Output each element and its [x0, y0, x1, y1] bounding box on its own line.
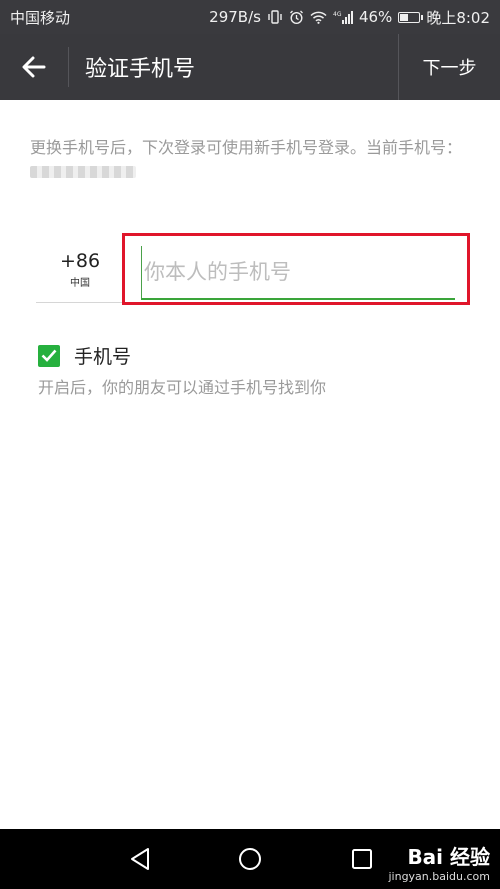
system-nav-bar: Bai 经验 jingyan.baidu.com	[0, 829, 500, 889]
baidu-watermark: Bai 经验 jingyan.baidu.com	[388, 841, 490, 883]
watermark-brand: Bai 经验	[407, 845, 490, 869]
alarm-icon	[289, 10, 304, 25]
battery-percent: 46%	[358, 8, 393, 26]
find-by-phone-toggle[interactable]: 手机号	[38, 342, 131, 369]
back-button[interactable]	[0, 34, 68, 100]
battery-icon	[398, 11, 424, 23]
signal-icon: 4G	[333, 10, 353, 24]
status-icons: 297B/s 4G 46% 晚上8:02	[209, 7, 490, 28]
phone-number-input[interactable]	[141, 246, 458, 298]
app-bar: 验证手机号 下一步	[0, 34, 500, 100]
nav-home-icon[interactable]	[236, 845, 264, 873]
checkbox-checked-icon[interactable]	[38, 344, 60, 367]
page-title: 验证手机号	[85, 57, 196, 82]
find-by-phone-label: 手机号	[74, 346, 132, 368]
country-code-selector[interactable]: +86 中国	[36, 242, 124, 303]
nav-back-icon[interactable]	[126, 845, 154, 873]
svg-text:4G: 4G	[333, 11, 342, 18]
status-bar: 中国移动 297B/s 4G 46% 晚上8:02	[0, 0, 500, 34]
wifi-icon	[310, 11, 327, 24]
watermark-url: jingyan.baidu.com	[388, 870, 490, 883]
find-by-phone-hint: 开启后，你的朋友可以通过手机号找到你	[38, 378, 327, 397]
country-name: 中国	[70, 278, 90, 289]
description-line: 更换手机号后，下次登录可使用新手机号登录。当前手机号：	[30, 138, 463, 157]
masked-phone-number	[30, 165, 136, 178]
vibrate-icon	[267, 10, 283, 24]
country-code: +86	[59, 250, 101, 272]
battery-fill	[400, 13, 409, 21]
phone-input-highlight	[122, 233, 470, 305]
next-step-button[interactable]: 下一步	[398, 34, 500, 100]
phone-input-underline	[141, 298, 455, 300]
nav-recents-icon[interactable]	[348, 845, 376, 873]
carrier-name: 中国移动	[10, 8, 71, 27]
description-text: 更换手机号后，下次登录可使用新手机号登录。当前手机号：	[30, 136, 470, 182]
clock: 晚上8:02	[426, 8, 490, 27]
arrow-left-icon	[22, 56, 46, 78]
network-speed: 297B/s	[209, 8, 261, 26]
